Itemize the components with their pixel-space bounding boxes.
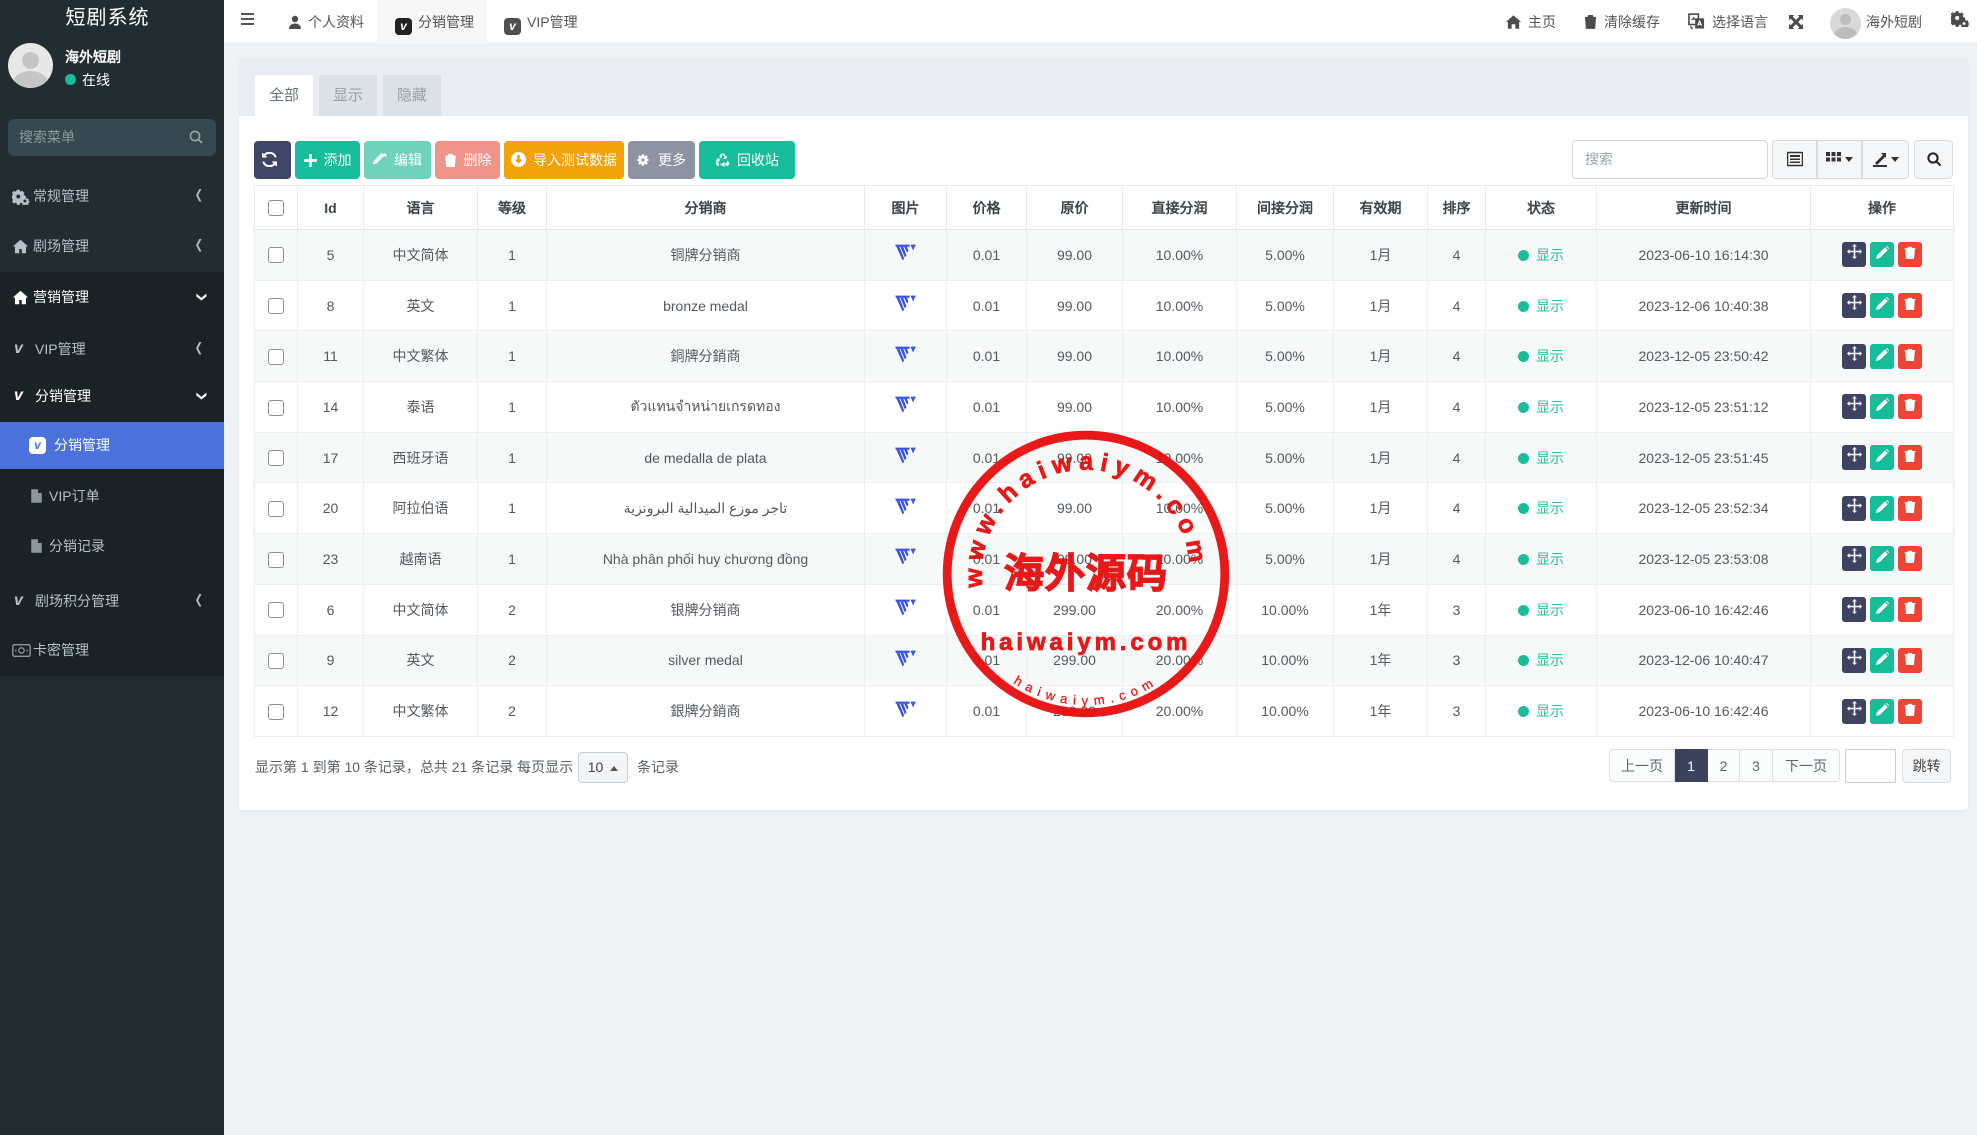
svg-text:海外源码: 海外源码 [1004,551,1168,596]
svg-text:haiwaiym.com: haiwaiym.com [981,629,1192,656]
